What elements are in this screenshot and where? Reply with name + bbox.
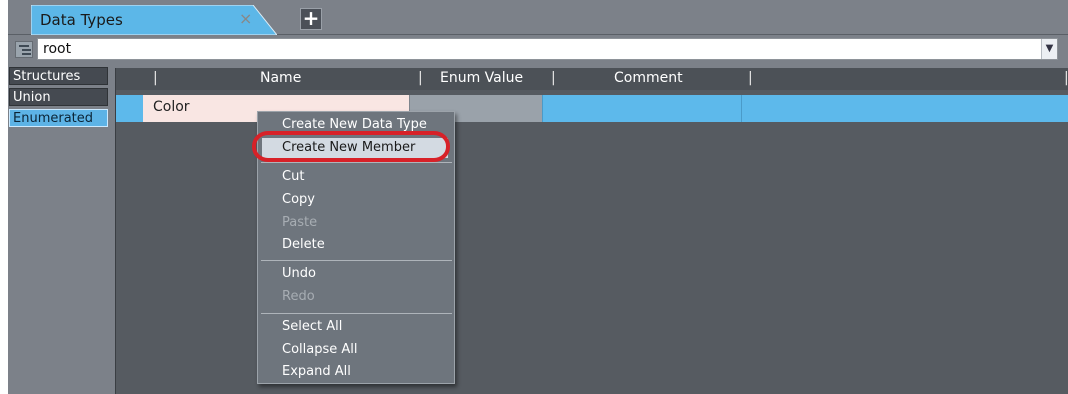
tree-view-icon[interactable] [15, 41, 33, 58]
path-value: root [43, 41, 72, 57]
menu-item-create-new-data-type[interactable]: Create New Data Type [282, 117, 427, 132]
menu-item-copy[interactable]: Copy [282, 192, 315, 207]
row-selector[interactable] [116, 95, 143, 122]
column-separator: | [1064, 70, 1068, 86]
menu-item-undo[interactable]: Undo [282, 266, 316, 281]
path-bar: root ▼ [8, 35, 1068, 63]
column-header-name[interactable]: Name [260, 70, 301, 86]
menu-item-create-new-member[interactable]: Create New Member [262, 138, 448, 158]
menu-item-paste: Paste [282, 215, 318, 230]
cell-comment[interactable] [542, 95, 742, 122]
data-type-editor: Structures Union Enumerated | Name | Enu… [8, 63, 1068, 394]
column-header-enum-value[interactable]: Enum Value [440, 70, 523, 86]
cell-name-text: Color [153, 99, 190, 115]
close-icon[interactable]: × [239, 9, 252, 28]
tab-label: Data Types [40, 11, 123, 29]
menu-item-select-all[interactable]: Select All [282, 319, 342, 334]
column-separator: | [153, 70, 158, 86]
column-header-comment[interactable]: Comment [614, 70, 683, 86]
column-separator: | [551, 70, 556, 86]
column-separator: | [748, 70, 753, 86]
menu-divider [261, 260, 452, 261]
add-tab-button[interactable]: + [300, 8, 322, 30]
column-separator: | [418, 70, 423, 86]
category-union[interactable]: Union [9, 88, 108, 106]
menu-item-collapse-all[interactable]: Collapse All [282, 342, 358, 357]
menu-divider [261, 162, 452, 163]
context-menu: Create New Data Type Create New Member C… [257, 111, 455, 384]
path-field[interactable]: root ▼ [37, 38, 1058, 60]
menu-item-label: Create New Member [282, 140, 416, 155]
tab-data-types[interactable]: Data Types × [31, 5, 277, 35]
chevron-down-icon[interactable]: ▼ [1041, 39, 1057, 59]
menu-item-delete[interactable]: Delete [282, 237, 325, 252]
menu-item-redo: Redo [282, 289, 315, 304]
menu-item-expand-all[interactable]: Expand All [282, 364, 351, 379]
menu-divider [261, 313, 452, 314]
tab-bar: Data Types × + [8, 0, 1068, 35]
menu-item-cut[interactable]: Cut [282, 169, 304, 184]
category-enumerated[interactable]: Enumerated [9, 109, 108, 127]
grid-header: | Name | Enum Value | Comment | | [116, 68, 1068, 90]
category-structures[interactable]: Structures [9, 67, 108, 85]
